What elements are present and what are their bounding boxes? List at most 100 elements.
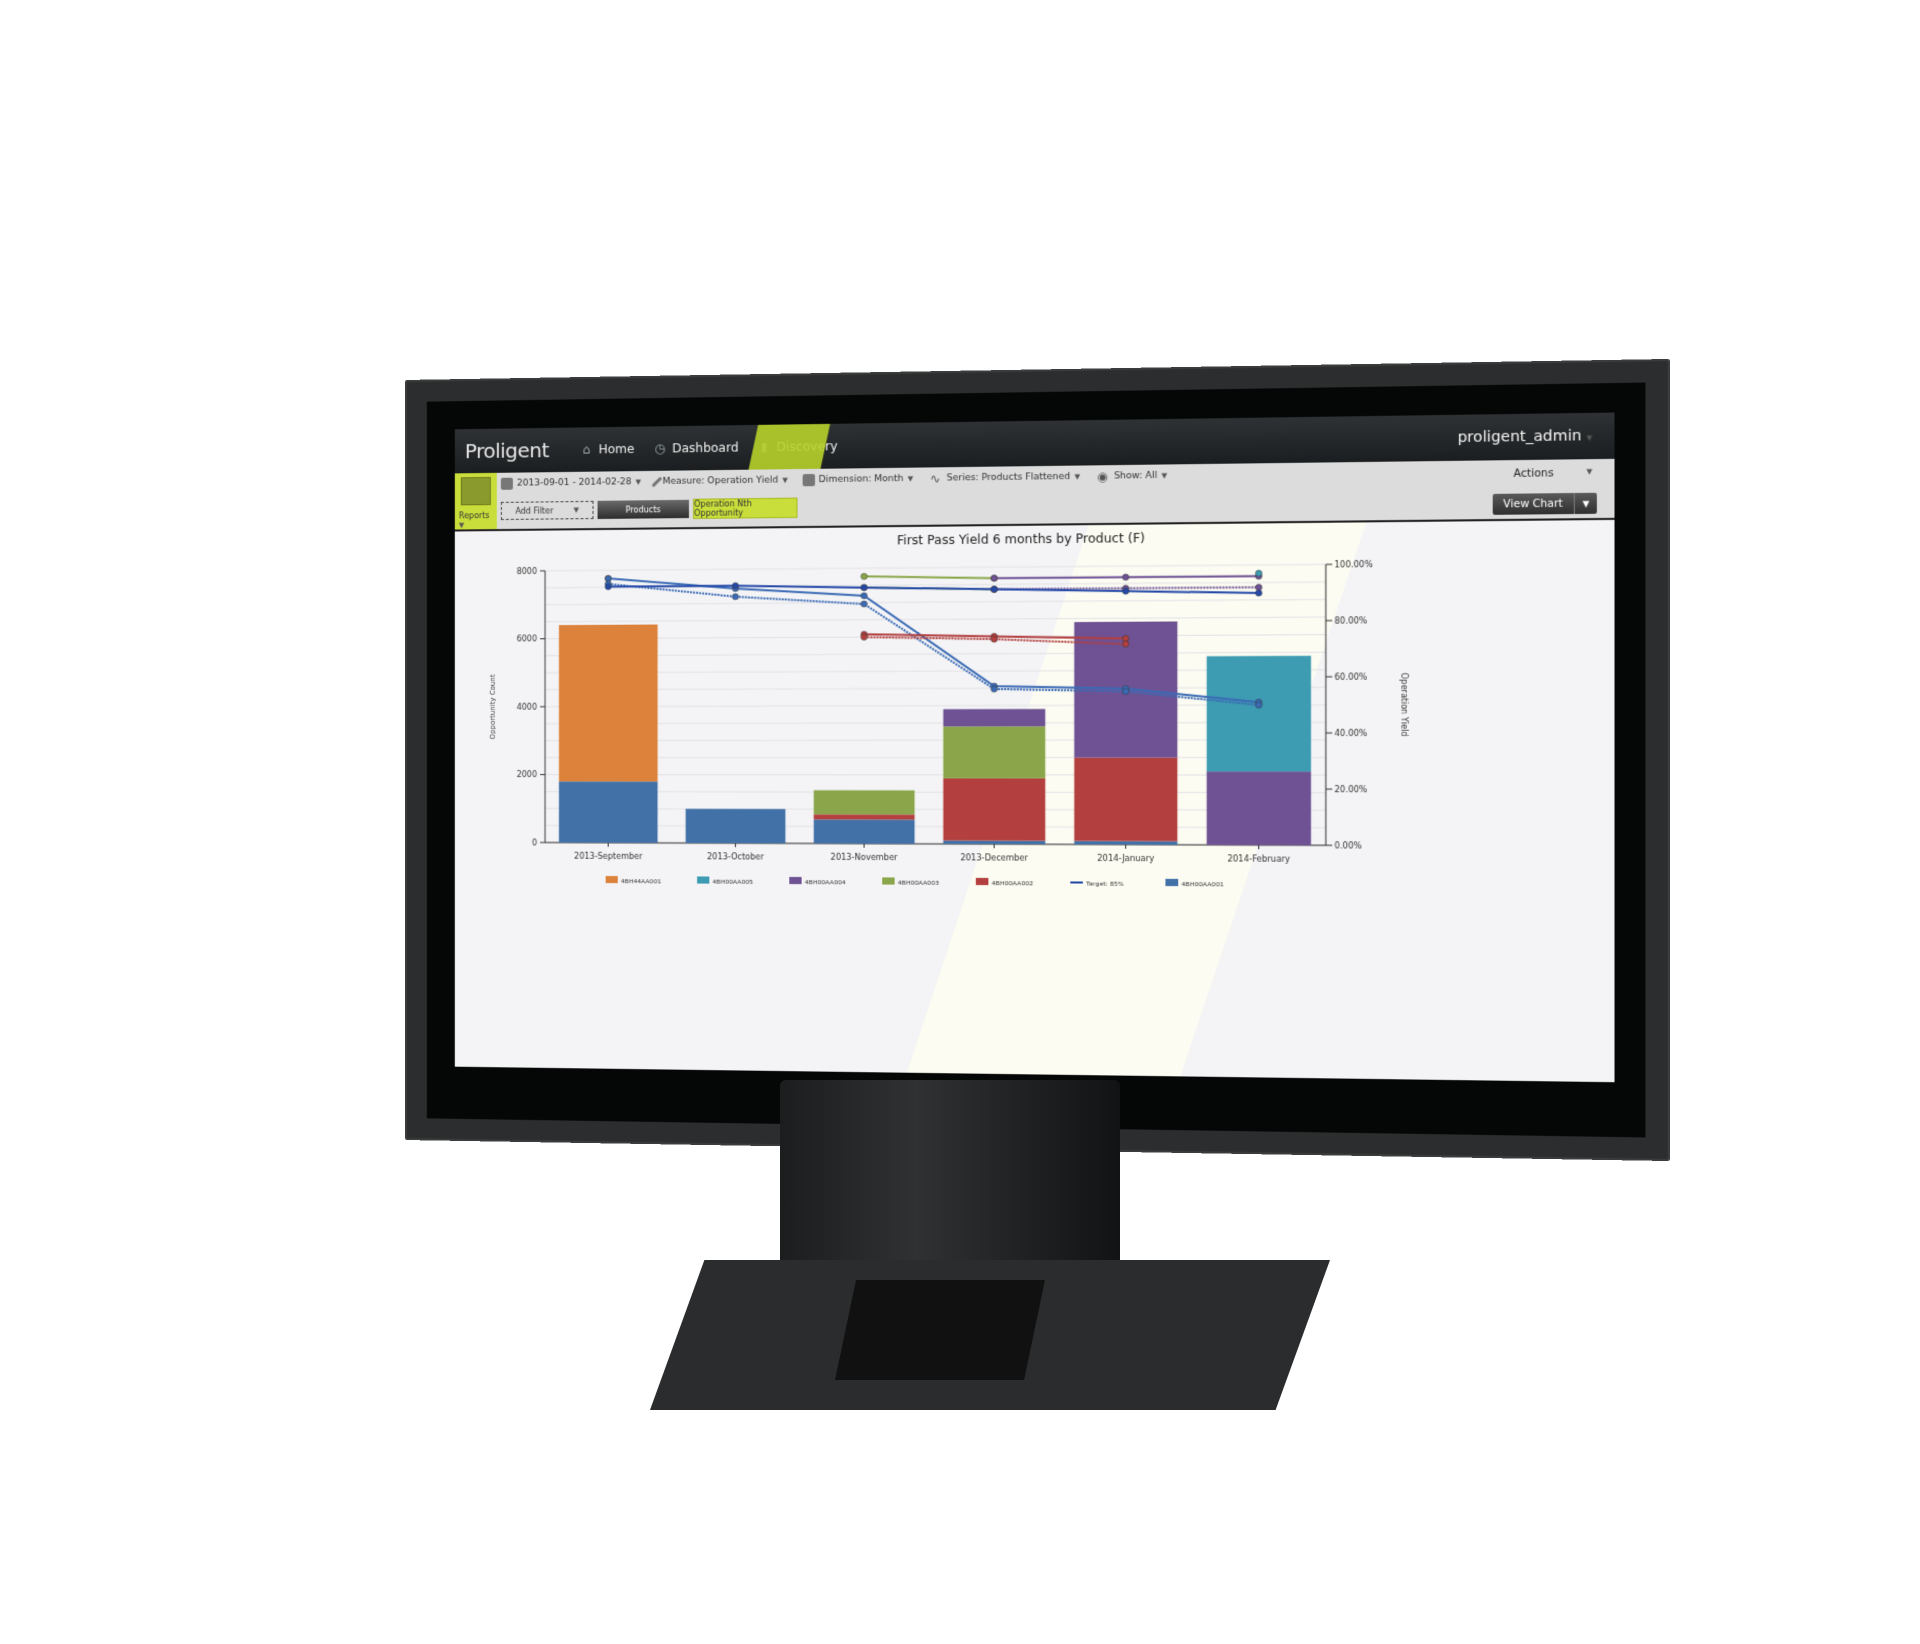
target-point	[861, 584, 867, 590]
bar-segment	[813, 819, 915, 844]
add-filter-dropdown[interactable]: Add Filter ▼	[500, 500, 594, 520]
line-chart-icon	[460, 476, 491, 506]
view-chart-dropdown[interactable]: ▼	[1573, 492, 1597, 515]
yield-point	[991, 636, 997, 642]
yield-point	[991, 575, 997, 581]
yield-point	[732, 594, 738, 600]
view-chart-button[interactable]: View Chart	[1492, 492, 1574, 515]
y-axis-label: Opportunity Count	[489, 674, 497, 739]
user-menu[interactable]: proligent_admin ▼	[1457, 427, 1593, 447]
chevron-down-icon: ▼	[1586, 433, 1593, 443]
monitor-inner-frame: Proligent ⌂ Home ◷ Dashboard ▮ Discovery	[426, 382, 1646, 1138]
bar-segment	[943, 708, 1046, 727]
calendar-icon	[500, 477, 513, 490]
legend-swatch	[1165, 878, 1179, 887]
yield-point	[991, 686, 997, 692]
reports-button[interactable]: Reports ▼	[454, 472, 497, 530]
y2-tick-label: 100.00%	[1334, 560, 1373, 570]
legend-label: Target: 85%	[1085, 880, 1124, 887]
legend-label: 4BH00AA004	[805, 879, 846, 886]
legend-label: 4BH00AA003	[898, 880, 940, 887]
yield-point	[1123, 574, 1129, 580]
x-tick-label: 2013-December	[960, 853, 1028, 863]
target-point	[1123, 588, 1129, 594]
screen: Proligent ⌂ Home ◷ Dashboard ▮ Discovery	[454, 412, 1615, 1083]
gridline	[545, 600, 1326, 605]
cube-icon	[802, 473, 815, 487]
chevron-down-icon: ▼	[1074, 472, 1081, 482]
chevron-down-icon: ▼	[1161, 471, 1168, 481]
series-line-icon: ∿	[929, 471, 941, 486]
bar-segment	[813, 814, 915, 820]
measure-label: Measure: Operation Yield	[662, 475, 779, 487]
x-tick-label: 2013-October	[707, 852, 764, 861]
legend-label: 4BH00AA005	[712, 879, 753, 886]
legend-label: 4BH44AA001	[621, 878, 662, 885]
yield-point	[605, 575, 611, 581]
yield-point	[1123, 635, 1129, 641]
bar-segment	[1206, 771, 1312, 846]
view-chart-split-button: View Chart ▼	[1492, 492, 1597, 515]
filter-tab-operation-nth-opportunity[interactable]: Operation Nth Opportunity	[693, 497, 798, 519]
ruler-icon	[651, 476, 663, 488]
y2-axis-label: Operation Yield	[1399, 673, 1409, 737]
eye-icon: ◉	[1096, 469, 1108, 484]
chevron-down-icon: ▼	[907, 474, 914, 484]
nav-dashboard[interactable]: ◷ Dashboard	[653, 440, 739, 455]
yield-point	[1123, 688, 1129, 694]
date-range-label: 2013-09-01 - 2014-02-28	[516, 477, 632, 489]
filter-tab-products[interactable]: Products	[597, 499, 689, 519]
legend-swatch	[605, 876, 618, 884]
x-tick-label: 2014-January	[1097, 854, 1154, 864]
home-icon: ⌂	[582, 442, 591, 457]
x-tick-label: 2013-September	[574, 852, 643, 861]
nav-home[interactable]: ⌂ Home	[579, 441, 635, 457]
actions-label: Actions	[1513, 468, 1554, 481]
series-label: Series: Products Flattened	[946, 471, 1071, 484]
series-selector[interactable]: ∿ Series: Products Flattened ▼	[928, 470, 1080, 486]
gridline	[545, 652, 1326, 656]
show-label: Show: All	[1113, 470, 1158, 482]
y-tick-label: 2000	[517, 771, 537, 780]
chevron-down-icon: ▼	[782, 476, 788, 485]
username: proligent_admin	[1457, 427, 1582, 447]
bar-segment	[943, 726, 1046, 779]
legend-label: 4BH00AA001	[1181, 881, 1224, 888]
dimension-selector[interactable]: Dimension: Month ▼	[802, 473, 913, 487]
app-logo: Proligent	[464, 437, 549, 464]
y-tick-label: 4000	[517, 703, 537, 712]
gridline	[545, 564, 1326, 570]
dashboard-gauge-icon: ◷	[654, 441, 666, 456]
y-tick-label: 6000	[517, 635, 537, 644]
legend-label: 4BH00AA002	[992, 880, 1034, 887]
target-point	[1256, 590, 1262, 596]
monitor-stand-cutout	[835, 1280, 1045, 1380]
x-tick-label: 2013-November	[831, 853, 899, 862]
legend-swatch	[697, 876, 710, 884]
yield-point	[861, 634, 867, 640]
yield-point	[861, 601, 867, 607]
accent-stripe	[748, 423, 831, 470]
y-tick-label: 0	[532, 838, 537, 847]
bar-segment	[1074, 840, 1178, 845]
bar-segment	[943, 840, 1046, 845]
y-tick-label: 8000	[517, 567, 537, 576]
show-selector[interactable]: ◉ Show: All ▼	[1095, 469, 1167, 484]
nav-home-label: Home	[598, 441, 635, 457]
chevron-down-icon: ▼	[458, 521, 465, 530]
bar-segment	[1206, 655, 1312, 772]
bar-segment	[558, 624, 658, 782]
measure-selector[interactable]: Measure: Operation Yield ▼	[651, 474, 788, 488]
y2-tick-label: 20.00%	[1334, 785, 1367, 794]
chart-svg: 0 2000 4000 6000 8000 0.00% 20.00% 40.00% 60.00%…	[489, 560, 1409, 889]
toolbar-selectors: 2013-09-01 - 2014-02-28 ▼ Measure: Opera…	[500, 469, 1167, 491]
actions-menu[interactable]: Actions ▼	[1514, 468, 1593, 480]
chart-area: First Pass Yield 6 months by Product (F)…	[454, 519, 1615, 1083]
y2-tick-label: 40.00%	[1334, 729, 1367, 738]
yield-point	[1256, 570, 1262, 576]
date-range-selector[interactable]: 2013-09-01 - 2014-02-28 ▼	[500, 476, 641, 490]
bar-segment	[943, 778, 1046, 841]
dimension-label: Dimension: Month	[818, 473, 904, 486]
x-tick-label: 2014-February	[1227, 854, 1290, 864]
gridline	[545, 617, 1326, 622]
